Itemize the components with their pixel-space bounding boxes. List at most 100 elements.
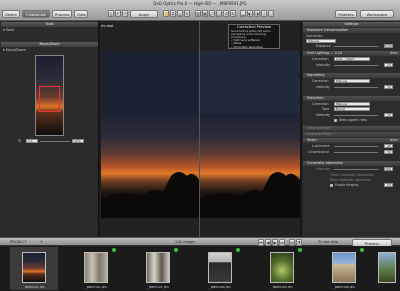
tools-row-label: Tools	[5, 28, 15, 32]
vignetting-mode-select[interactable]: Manual	[334, 79, 370, 83]
section-distortion[interactable]: Distortion	[303, 96, 400, 101]
zoom-ratio-field[interactable]: 1:1	[26, 139, 38, 143]
add-icon[interactable]: +	[40, 240, 44, 244]
tools-panel-header[interactable]: Tools	[1, 22, 98, 27]
thumb-image	[378, 252, 396, 283]
lighting-intensity-slider[interactable]	[334, 65, 378, 66]
thumb-image	[146, 252, 170, 283]
vignetting-intensity-slider[interactable]	[334, 87, 378, 88]
section-unsharp-mask[interactable]: Unsharp Mask	[303, 132, 400, 137]
thumb-image	[22, 252, 46, 283]
next-image-icon[interactable]: ▶	[272, 239, 278, 246]
keep-aspect-checkbox[interactable]	[334, 119, 337, 122]
zoom-slider[interactable]	[40, 141, 70, 142]
image-count: 116 images	[175, 240, 195, 244]
exposure-slider[interactable]	[334, 46, 378, 47]
after-image-sky	[200, 51, 300, 113]
filmstrip-thumb[interactable]: _MBP0101.JPG	[72, 247, 120, 290]
move-zoom-row[interactable]: ▾ Move/Zoom	[3, 48, 93, 53]
thumb-caption: _MBP0941.JPG	[23, 285, 45, 289]
rotate-left-icon[interactable]: ↺	[223, 10, 229, 17]
info-icon[interactable]: i	[261, 10, 267, 17]
tab-process[interactable]: Process	[52, 10, 72, 18]
shadow-warning-icon[interactable]: ◑	[254, 10, 260, 17]
auto-label: Auto	[390, 51, 398, 55]
navigator-viewport-rect[interactable]	[39, 86, 60, 112]
settings-header[interactable]: Settings	[303, 22, 400, 27]
filmstrip-thumb[interactable]: _MBP0163.JPG	[258, 247, 306, 290]
section-chromatic-aberration[interactable]: Chromatic aberration	[303, 161, 400, 166]
exposure-mode-select[interactable]: Manual	[306, 39, 336, 43]
distortion-intensity-slider[interactable]	[334, 115, 378, 116]
navigator-thumbnail[interactable]	[35, 55, 64, 136]
image-viewer[interactable]: As shot Correction Preview Some factors …	[100, 21, 300, 237]
zoom-fit-icon[interactable]: ⤢	[209, 10, 215, 17]
filmstrip-thumb[interactable]: _MBP0160.JPG	[196, 247, 244, 290]
white-balance-picker-icon[interactable]: ✎	[184, 10, 190, 17]
tab-customize[interactable]: Customize	[22, 10, 50, 18]
compare-icon[interactable]: ▯	[108, 10, 114, 17]
distortion-type-select[interactable]: Barrel	[334, 107, 370, 111]
view-mode-icon[interactable]: ▤	[289, 239, 295, 246]
workspace-button[interactable]: Workspace	[360, 10, 394, 18]
exposure-value[interactable]: 0.00	[384, 44, 393, 48]
filter-icon[interactable]: ⧩	[296, 239, 302, 246]
noise-chrominance-value[interactable]: 50	[384, 150, 393, 154]
section-vignetting[interactable]: Vignetting	[303, 73, 400, 78]
noise-luminance-value[interactable]: 40	[384, 144, 393, 148]
prev-image-icon[interactable]: ◀	[265, 239, 271, 246]
horizon-tool-icon[interactable]: ⟂	[177, 10, 183, 17]
section-noise[interactable]: Noise	[303, 138, 400, 143]
filmstrip-thumb[interactable]: _MBP0166.JPG	[320, 247, 368, 290]
section-lens-softness[interactable]: Lens softness	[303, 126, 400, 131]
chroma-intensity-value[interactable]: 100	[384, 167, 393, 171]
zoom-out-icon[interactable]: ⊟	[18, 138, 24, 143]
project-label: PROJECT	[10, 239, 27, 244]
sort-label[interactable]: To new step	[318, 239, 338, 245]
distortion-intensity-value[interactable]: 35	[384, 113, 393, 117]
zoom-100-icon[interactable]: □	[216, 10, 222, 17]
filmstrip-thumb[interactable]: _MBP0941.JPG	[10, 247, 58, 290]
thumb-caption: _MBP0160.JPG	[209, 285, 231, 289]
chroma-intensity-slider[interactable]	[334, 169, 378, 170]
filmstrip: _MBP0941.JPG _MBP0101.JPG _MBP0121.JPG _…	[0, 246, 400, 291]
move-zoom-panel-header[interactable]: Move/Zoom	[1, 42, 98, 47]
highlight-warning-icon[interactable]: ◐	[247, 10, 253, 17]
window-title: DxO Optics Pro 6 — High-ISO — _MBP0941.J…	[153, 1, 247, 6]
redo-icon[interactable]: ↷	[122, 10, 128, 17]
histogram-icon[interactable]: ▁	[240, 10, 246, 17]
lighting-mode-select[interactable]: Auto - Slight	[334, 57, 370, 61]
palettes-button[interactable]: Palettes	[335, 10, 357, 18]
crop-tool-icon[interactable]: ⌗	[170, 10, 176, 17]
rotate-right-icon[interactable]: ↻	[230, 10, 236, 17]
lighting-intensity-value[interactable]: 25	[384, 63, 393, 67]
noise-luminance-label: Luminance	[312, 144, 330, 148]
noise-luminance-slider[interactable]	[334, 146, 378, 147]
tab-select[interactable]: Select	[2, 10, 20, 18]
section-dxo-lighting[interactable]: DxO Lighting — 0.10	[303, 51, 400, 56]
fullscreen-icon[interactable]: ⛶	[268, 10, 274, 17]
distortion-label: Correction	[312, 102, 329, 106]
left-panel: Tools ▾ Tools Move/Zoom ▾ Move/Zoom ⊟ 1:…	[0, 21, 99, 237]
tools-row[interactable]: ▾ Tools	[3, 28, 93, 33]
split-view-icon[interactable]: ▥	[195, 10, 201, 17]
noise-chrominance-slider[interactable]	[334, 152, 378, 153]
last-image-icon[interactable]: ⏭	[279, 239, 285, 246]
vignetting-intensity-value[interactable]: 35	[384, 85, 393, 89]
section-exposure[interactable]: Exposure Compensation	[303, 28, 400, 33]
undo-icon[interactable]: ↶	[115, 10, 121, 17]
keep-aspect-label: Keep aspect ratio	[339, 118, 367, 122]
thumb-image	[270, 252, 294, 283]
distortion-mode-select[interactable]: Manual	[334, 102, 370, 106]
purple-fringing-value[interactable]: 50	[384, 183, 393, 187]
tab-view[interactable]: View	[74, 10, 88, 18]
hand-tool-icon[interactable]: ✋	[163, 10, 169, 17]
apply-preset-button[interactable]: Apply preset	[130, 10, 158, 24]
first-image-icon[interactable]: ⏮	[258, 239, 264, 246]
filmstrip-thumb[interactable]	[376, 247, 400, 290]
purple-fringing-checkbox[interactable]	[330, 184, 333, 187]
split-divider[interactable]	[199, 21, 200, 237]
filmstrip-thumb[interactable]: _MBP0121.JPG	[134, 247, 182, 290]
grid-icon[interactable]: ▦	[202, 10, 208, 17]
zoom-percent-field[interactable]: 12%	[72, 139, 84, 143]
